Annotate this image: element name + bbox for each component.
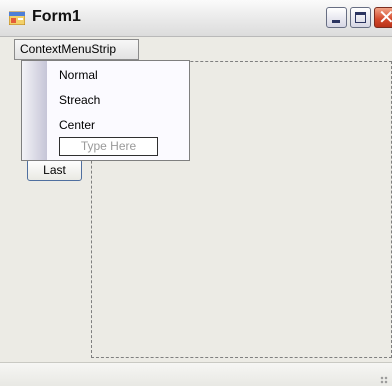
close-button[interactable]: ✕ [374,7,392,29]
form-icon [9,11,25,25]
form-window: Form1 ✕ ContextMenuStrip Last Normal Str… [0,0,392,386]
maximize-icon [355,12,366,23]
menu-item-center[interactable]: Center [59,118,95,132]
last-button[interactable]: Last [27,159,82,181]
menu-strip[interactable]: ContextMenuStrip [14,39,139,60]
window-title: Form1 [32,8,81,25]
minimize-icon [332,20,340,23]
menu-image-margin [22,61,47,160]
close-icon: ✕ [378,7,392,29]
status-bar [0,362,392,386]
context-menu-dropdown: Normal Streach Center Type Here [21,60,190,161]
minimize-button[interactable] [326,7,347,28]
title-bar[interactable]: Form1 ✕ [0,0,392,37]
type-here-input[interactable]: Type Here [59,137,158,156]
menu-item-streach[interactable]: Streach [59,93,100,107]
menu-item-normal[interactable]: Normal [59,68,98,82]
maximize-button[interactable] [350,7,371,28]
resize-grip-icon[interactable] [380,376,388,384]
